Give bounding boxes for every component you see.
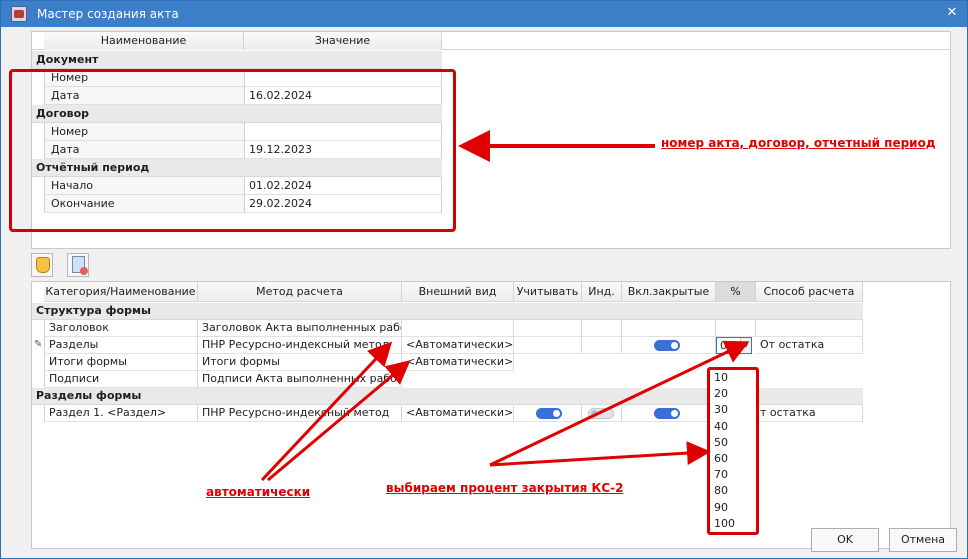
title-bar: Мастер создания акта ✕ — [1, 1, 967, 27]
row-method[interactable]: Подписи Акта выполненных работ — [198, 371, 402, 388]
highlight-frame — [9, 69, 456, 232]
column-header-percent[interactable]: % — [716, 282, 756, 302]
row-include — [514, 320, 582, 337]
row-calc[interactable]: т остатка — [756, 405, 863, 422]
list-item[interactable]: 60 — [710, 451, 756, 467]
list-item[interactable]: 80 — [710, 483, 756, 499]
ok-button[interactable]: OK — [811, 528, 879, 552]
row-include-closed — [622, 337, 716, 354]
row-name: Итоги формы — [44, 354, 198, 371]
row-method[interactable]: ПНР Ресурсно-индексный метод — [198, 337, 402, 354]
column-header-calc-method[interactable]: Способ расчета — [756, 282, 863, 302]
annotation-header-info: номер акта, договор, отчетный период — [661, 136, 936, 150]
hand-icon — [36, 257, 50, 273]
pencil-icon: ✎ — [34, 339, 43, 350]
row-name: Подписи — [44, 371, 198, 388]
window-title: Мастер создания акта — [37, 7, 179, 21]
column-header-include-closed[interactable]: Вкл.закрытые — [622, 282, 716, 302]
column-header-value[interactable]: Значение — [244, 32, 442, 50]
column-header-category[interactable]: Категория/Наименование — [44, 282, 198, 302]
row-view[interactable]: <Автоматически> — [402, 337, 514, 354]
group-form-structure[interactable]: Структура формы — [32, 303, 863, 320]
auto-fill-button[interactable] — [31, 253, 53, 277]
annotation-percent: выбираем процент закрытия КС-2 — [386, 481, 624, 495]
row-method[interactable]: Итоги формы — [198, 354, 402, 371]
ind-toggle[interactable] — [588, 408, 614, 419]
list-item[interactable]: 20 — [710, 386, 756, 402]
app-icon — [11, 6, 27, 22]
include-closed-toggle[interactable] — [654, 408, 680, 419]
column-header-ind[interactable]: Инд. — [582, 282, 622, 302]
document-delete-icon — [72, 256, 88, 275]
list-item[interactable]: 100 — [710, 516, 756, 532]
row-include — [514, 405, 582, 422]
row-view[interactable]: <Автоматически> — [402, 405, 514, 422]
row-calc[interactable]: От остатка — [756, 337, 863, 354]
include-toggle[interactable] — [536, 408, 562, 419]
row-include-closed — [622, 405, 716, 422]
property-grid-header: Наименование Значение — [32, 32, 950, 50]
table-row[interactable]: Заголовок Заголовок Акта выполненных раб… — [32, 320, 863, 337]
row-percent — [716, 320, 756, 337]
row-ind — [582, 320, 622, 337]
row-method[interactable]: ПНР Ресурсно-индексный метод — [198, 405, 402, 422]
group-document[interactable]: Документ — [32, 51, 442, 69]
column-header-method[interactable]: Метод расчета — [198, 282, 402, 302]
row-name: Заголовок — [44, 320, 198, 337]
row-ind — [582, 405, 622, 422]
row-calc — [756, 320, 863, 337]
percent-combo[interactable]: 0 ▼ — [716, 337, 752, 354]
row-name: Разделы — [44, 337, 198, 354]
close-icon[interactable]: ✕ — [943, 4, 961, 22]
percent-combo-value: 0 — [720, 339, 727, 352]
list-item[interactable]: 30 — [710, 402, 756, 418]
cancel-button[interactable]: Отмена — [889, 528, 957, 552]
column-header-view[interactable]: Внешний вид — [402, 282, 514, 302]
row-view[interactable] — [402, 320, 514, 337]
row-name: Раздел 1. <Раздел> — [44, 405, 198, 422]
list-item[interactable]: 40 — [710, 419, 756, 435]
percent-dropdown-list[interactable]: 10 20 30 40 50 60 70 80 90 100 — [707, 367, 759, 535]
list-item[interactable]: 90 — [710, 500, 756, 516]
list-item[interactable]: 70 — [710, 467, 756, 483]
chevron-down-icon[interactable]: ▼ — [740, 338, 751, 353]
row-include-closed — [622, 320, 716, 337]
include-closed-toggle[interactable] — [654, 340, 680, 351]
delete-form-button[interactable] — [67, 253, 89, 277]
annotation-automatic: автоматически — [206, 485, 311, 499]
row-method[interactable]: Заголовок Акта выполненных работ — [198, 320, 402, 337]
row-ind — [582, 337, 622, 354]
column-header-name[interactable]: Наименование — [44, 32, 244, 50]
column-header-include[interactable]: Учитывать — [514, 282, 582, 302]
form-structure-grid: Категория/Наименование Метод расчета Вне… — [31, 281, 951, 549]
list-item[interactable]: 10 — [710, 370, 756, 386]
row-include — [514, 337, 582, 354]
list-item[interactable]: 50 — [710, 435, 756, 451]
row-view[interactable]: <Автоматически> — [402, 354, 514, 371]
